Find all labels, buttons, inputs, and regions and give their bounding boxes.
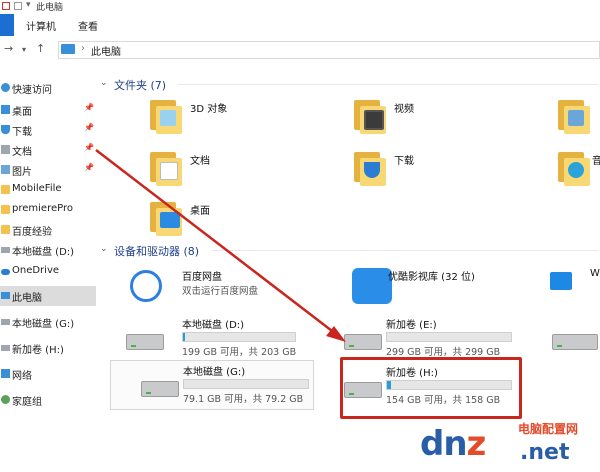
sidebar-item-premierepro[interactable]: premierePro bbox=[0, 200, 96, 220]
sidebar-item-drive-h[interactable]: 新加卷 (H:) bbox=[0, 338, 96, 358]
highlight-box bbox=[340, 357, 522, 419]
watermark: dnz 电脑配置网 .net bbox=[420, 418, 598, 470]
sidebar-item-downloads[interactable]: 下载 📌 bbox=[0, 120, 96, 140]
breadcrumb-separator: › bbox=[81, 43, 85, 54]
breadcrumb-this-pc[interactable]: 此电脑 bbox=[91, 43, 121, 58]
checkbox-icon[interactable] bbox=[2, 2, 10, 10]
folder-documents[interactable]: 文档 bbox=[148, 148, 328, 194]
drive-e[interactable]: 新加卷 (E:) 299 GB 可用，共 299 GB bbox=[322, 314, 512, 358]
network-icon bbox=[1, 369, 10, 378]
window-title: 此电脑 bbox=[36, 3, 64, 13]
drive-d[interactable]: 本地磁盘 (D:) 199 GB 可用，共 203 GB bbox=[118, 314, 298, 358]
sidebar-item-homegroup[interactable]: 家庭组 bbox=[0, 390, 96, 410]
sidebar-item-baidu-jingyan[interactable]: 百度经验 bbox=[0, 220, 96, 240]
video-icon bbox=[352, 96, 386, 134]
drive-icon bbox=[1, 319, 10, 325]
folder-icon bbox=[1, 205, 10, 214]
desktop-folder-icon bbox=[148, 198, 182, 236]
document-icon bbox=[1, 145, 10, 154]
drive-icon bbox=[1, 345, 10, 351]
navigation-pane: 快速访问 桌面 📌 下载 📌 文档 📌 图片 📌 MobileFile prem… bbox=[0, 62, 97, 472]
watermark-brand: dnz bbox=[420, 424, 486, 464]
folder-desktop[interactable]: 桌面 bbox=[148, 198, 328, 244]
cloud-icon bbox=[1, 269, 10, 275]
3d-objects-icon bbox=[148, 96, 182, 134]
drive-icon bbox=[141, 381, 179, 397]
app-youku[interactable]: 优酷影视库 (32 位) bbox=[346, 266, 526, 310]
chevron-down-icon[interactable]: ⌄ bbox=[100, 244, 108, 254]
computer-icon bbox=[1, 292, 10, 299]
sidebar-item-documents[interactable]: 文档 📌 bbox=[0, 140, 96, 160]
baidu-netdisk-icon bbox=[130, 270, 162, 302]
drive-usage-bar bbox=[386, 332, 512, 342]
blank-icon[interactable] bbox=[14, 2, 22, 10]
pin-icon[interactable]: 📌 bbox=[84, 123, 94, 132]
folder-icon bbox=[1, 185, 10, 194]
recent-dropdown-icon[interactable]: ▾ bbox=[22, 45, 26, 54]
star-icon bbox=[1, 83, 10, 92]
quick-access-dropdown-icon[interactable]: ▾ bbox=[26, 0, 31, 10]
drive-usage-bar bbox=[182, 332, 296, 342]
tab-view[interactable]: 查看 bbox=[78, 18, 98, 33]
sidebar-item-quick-access[interactable]: 快速访问 bbox=[0, 78, 96, 98]
sidebar-item-desktop[interactable]: 桌面 📌 bbox=[0, 100, 96, 120]
address-bar[interactable]: › 此电脑 bbox=[58, 41, 600, 59]
folder-pictures[interactable] bbox=[556, 96, 600, 142]
homegroup-icon bbox=[1, 395, 10, 404]
pin-icon[interactable]: 📌 bbox=[84, 143, 94, 152]
app-baidu-netdisk[interactable]: 百度网盘 双击运行百度网盘 bbox=[118, 266, 298, 310]
folder-videos[interactable]: 视频 bbox=[352, 96, 532, 142]
folder-downloads[interactable]: 下载 bbox=[352, 148, 532, 194]
section-header-devices[interactable]: ⌄ 设备和驱动器 (8) bbox=[96, 240, 600, 260]
title-bar: ▾ 此电脑 bbox=[0, 0, 600, 14]
up-arrow-icon[interactable]: ↑ bbox=[36, 42, 45, 55]
watermark-tagline: 电脑配置网 bbox=[518, 422, 579, 436]
windows-drive-icon bbox=[550, 272, 572, 290]
drive-icon bbox=[552, 334, 598, 350]
pictures-folder-icon bbox=[556, 96, 590, 134]
drive-g[interactable]: 本地磁盘 (G:) 79.1 GB 可用，共 79.2 GB bbox=[110, 360, 314, 410]
sidebar-item-drive-g[interactable]: 本地磁盘 (G:) bbox=[0, 312, 96, 332]
drive-icon bbox=[1, 247, 10, 253]
drive-icon bbox=[344, 334, 382, 350]
drive-icon bbox=[126, 334, 164, 350]
drive-partial[interactable] bbox=[550, 314, 600, 358]
app-windows-drive[interactable]: W bbox=[550, 266, 600, 310]
music-folder-icon bbox=[556, 148, 590, 186]
sidebar-item-mobilefile[interactable]: MobileFile bbox=[0, 180, 96, 200]
folder-3d-objects[interactable]: 3D 对象 bbox=[148, 96, 328, 142]
sidebar-item-pictures[interactable]: 图片 📌 bbox=[0, 160, 96, 180]
pin-icon[interactable]: 📌 bbox=[84, 163, 94, 172]
sidebar-item-network[interactable]: 网络 bbox=[0, 364, 96, 384]
ribbon: 计算机 查看 bbox=[0, 14, 600, 37]
downloads-folder-icon bbox=[352, 148, 386, 186]
drive-usage-bar bbox=[183, 379, 309, 389]
folder-icon bbox=[1, 225, 10, 234]
navigation-bar: → ▾ ↑ › 此电脑 bbox=[0, 36, 600, 63]
forward-arrow-icon[interactable]: → bbox=[4, 42, 13, 55]
desktop-icon bbox=[1, 105, 10, 114]
computer-icon bbox=[61, 44, 75, 54]
youku-icon bbox=[352, 268, 392, 304]
sidebar-item-onedrive[interactable]: OneDrive bbox=[0, 262, 96, 282]
tab-computer[interactable]: 计算机 bbox=[26, 18, 56, 33]
documents-folder-icon bbox=[148, 148, 182, 186]
download-icon bbox=[1, 125, 10, 134]
folder-music[interactable]: 音 bbox=[556, 148, 600, 194]
watermark-domain: .net bbox=[520, 440, 570, 465]
pin-icon[interactable]: 📌 bbox=[84, 103, 94, 112]
file-tab[interactable] bbox=[0, 14, 14, 36]
sidebar-item-this-pc[interactable]: 此电脑 bbox=[0, 286, 96, 306]
sidebar-item-drive-d[interactable]: 本地磁盘 (D:) bbox=[0, 240, 96, 260]
section-header-folders[interactable]: ⌄ 文件夹 (7) bbox=[96, 74, 600, 94]
picture-icon bbox=[1, 165, 10, 174]
chevron-down-icon[interactable]: ⌄ bbox=[100, 78, 108, 88]
